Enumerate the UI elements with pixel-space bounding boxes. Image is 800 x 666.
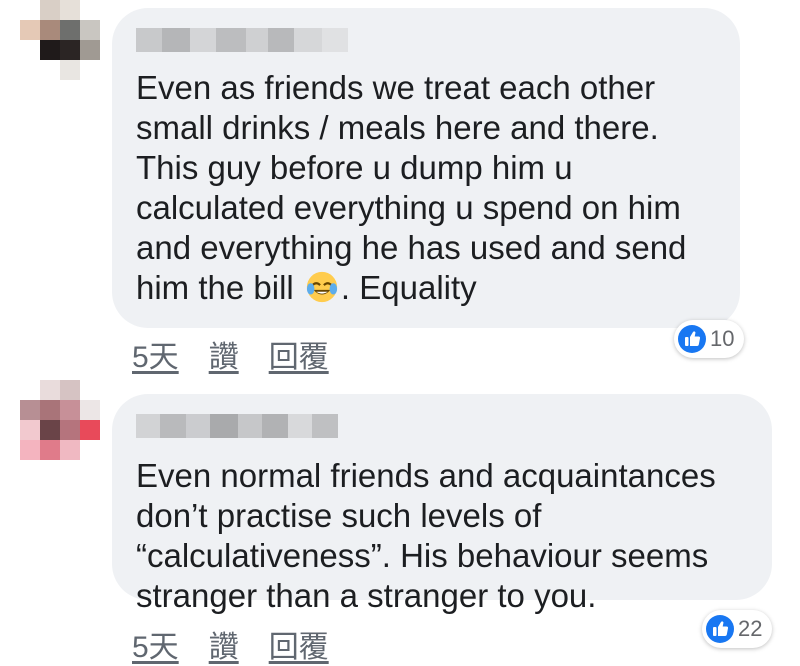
comment-bubble: Even as friends we treat each other smal…	[112, 8, 740, 328]
comment-2: Even normal friends and acquaintances do…	[0, 380, 800, 664]
comment-text: Even normal friends and acquaintances do…	[136, 457, 716, 614]
reaction-count-badge[interactable]: 22	[702, 610, 773, 648]
reaction-count-badge[interactable]: 10	[674, 320, 745, 358]
commenter-name-blurred[interactable]	[136, 28, 348, 52]
reply-button[interactable]: 回覆	[269, 332, 329, 376]
thumbs-up-icon	[706, 615, 734, 643]
avatar[interactable]	[20, 380, 100, 460]
thumbs-up-icon	[678, 325, 706, 353]
reaction-count: 22	[738, 616, 763, 641]
comment-1: Even as friends we treat each other smal…	[0, 0, 800, 380]
comment-actions: 5天 讚 回覆	[132, 622, 329, 666]
comment-actions: 5天 讚 回覆	[132, 332, 329, 376]
reply-button[interactable]: 回覆	[269, 622, 329, 666]
reaction-count: 10	[710, 326, 735, 351]
face-with-tears-of-joy-icon	[306, 271, 338, 303]
avatar[interactable]	[20, 0, 100, 80]
comment-bubble: Even normal friends and acquaintances do…	[112, 394, 772, 614]
like-button[interactable]: 讚	[209, 622, 239, 666]
commenter-name-blurred[interactable]	[136, 414, 338, 438]
like-button[interactable]: 讚	[209, 332, 239, 376]
timestamp-link[interactable]: 5天	[132, 332, 179, 376]
timestamp-link[interactable]: 5天	[132, 622, 179, 666]
comment-text: Even as friends we treat each other smal…	[136, 69, 687, 306]
